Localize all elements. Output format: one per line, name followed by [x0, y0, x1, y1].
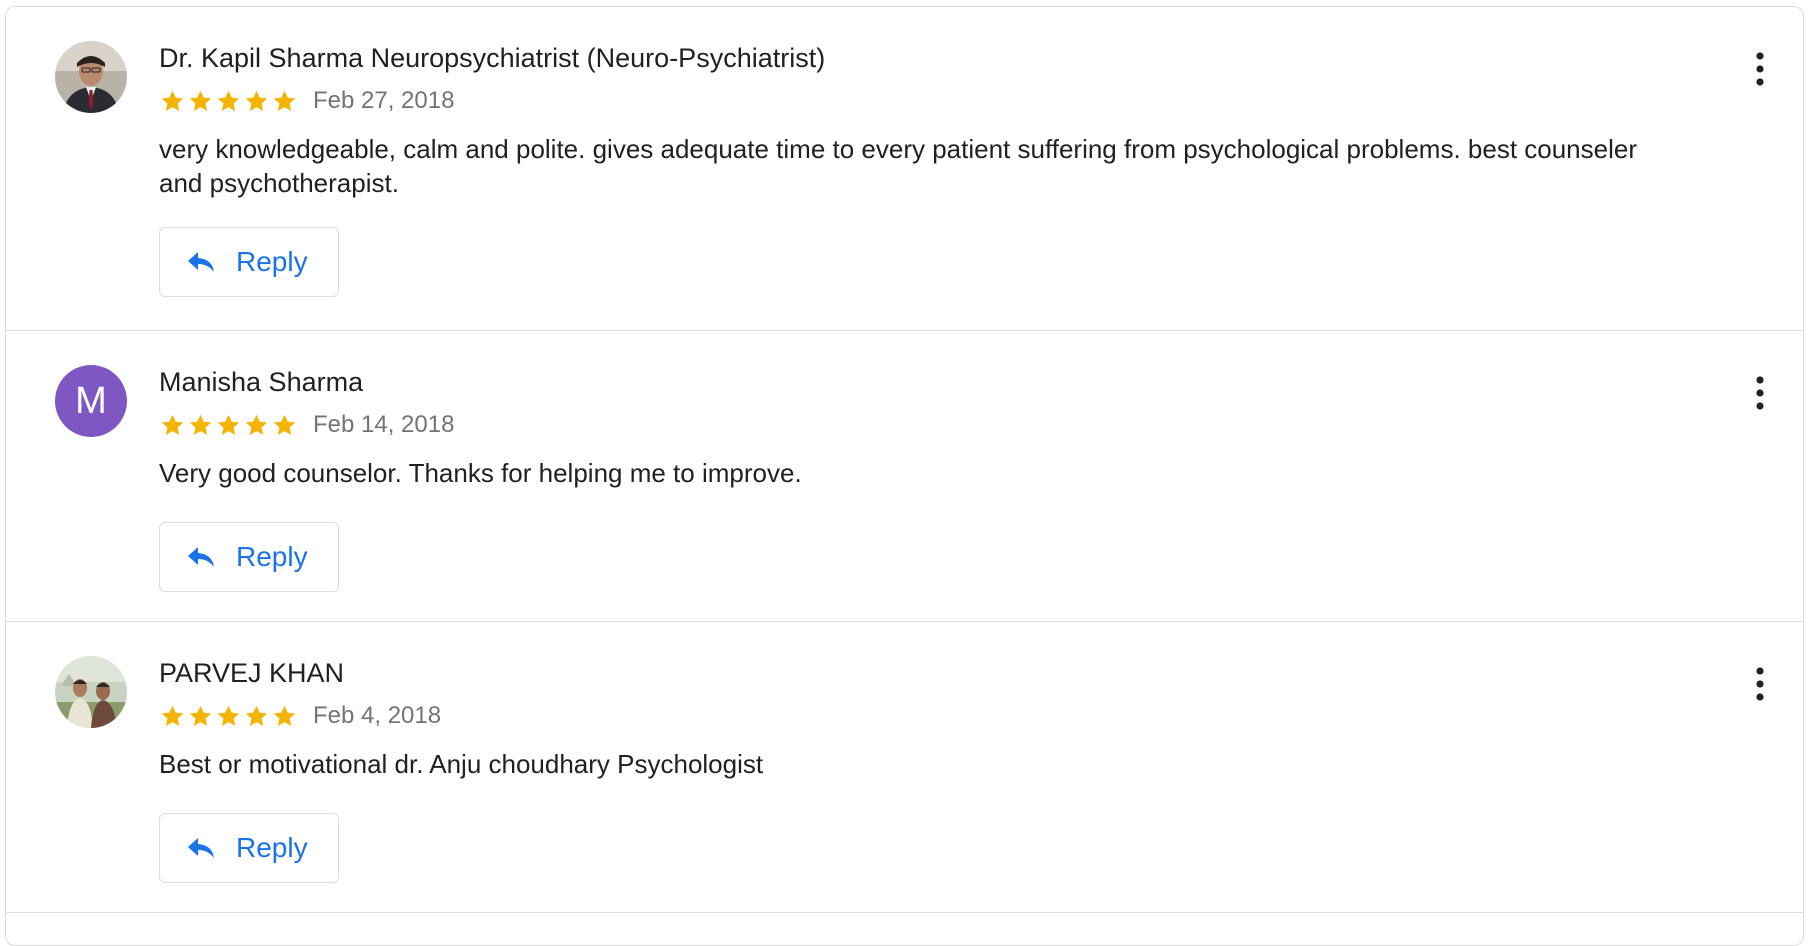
reply-label: Reply [236, 541, 308, 572]
reply-label: Reply [236, 246, 308, 277]
star-rating [159, 412, 299, 439]
review-meta: Feb 27, 2018 [159, 87, 454, 115]
reply-button[interactable]: Reply [159, 522, 339, 592]
star-icon [217, 414, 240, 435]
star-icon [245, 90, 268, 111]
review-author[interactable]: Manisha Sharma [159, 367, 363, 398]
star-icon [161, 414, 184, 435]
reply-arrow-icon [188, 252, 214, 272]
review-date: Feb 27, 2018 [313, 87, 455, 114]
avatar[interactable] [55, 656, 127, 728]
review-text: Very good counselor. Thanks for helping … [159, 458, 802, 488]
review-meta: Feb 4, 2018 [159, 702, 441, 730]
star-icon [161, 90, 184, 111]
avatar[interactable] [55, 41, 127, 113]
reply-arrow-icon [188, 547, 214, 567]
star-icon [217, 705, 240, 726]
review-date: Feb 4, 2018 [313, 702, 442, 729]
review-author[interactable]: PARVEJ KHAN [159, 658, 344, 689]
star-icon [245, 414, 268, 435]
review-item: Dr. Kapil Sharma Neuropsychiatrist (Neur… [6, 7, 1803, 331]
more-vert-icon[interactable] [1753, 375, 1767, 411]
star-icon [161, 705, 184, 726]
star-icon [217, 90, 240, 111]
star-icon [189, 705, 212, 726]
reply-button[interactable]: Reply [159, 227, 339, 297]
reply-button[interactable]: Reply [159, 813, 339, 883]
review-item: PARVEJ KHAN Feb 4, 2018 Best or motivati… [6, 622, 1803, 913]
more-vert-icon[interactable] [1753, 51, 1767, 87]
review-date: Feb 14, 2018 [313, 411, 455, 438]
review-item: M Manisha Sharma Feb 14, 2018 Very good … [6, 331, 1803, 622]
review-author[interactable]: Dr. Kapil Sharma Neuropsychiatrist (Neur… [159, 43, 825, 74]
review-text: Best or motivational dr. Anju choudhary … [159, 749, 764, 779]
review-meta: Feb 14, 2018 [159, 411, 454, 439]
reply-arrow-icon [188, 838, 214, 858]
star-icon [189, 90, 212, 111]
star-rating [159, 88, 299, 115]
more-vert-icon[interactable] [1753, 666, 1767, 702]
star-icon [273, 414, 296, 435]
star-icon [245, 705, 268, 726]
star-rating [159, 703, 299, 730]
reply-label: Reply [236, 832, 308, 863]
review-text: very knowledgeable, calm and polite. giv… [159, 134, 1638, 198]
star-icon [189, 414, 212, 435]
star-icon [273, 90, 296, 111]
star-icon [273, 705, 296, 726]
avatar[interactable]: M [55, 365, 127, 437]
reviews-card: Dr. Kapil Sharma Neuropsychiatrist (Neur… [5, 6, 1804, 946]
